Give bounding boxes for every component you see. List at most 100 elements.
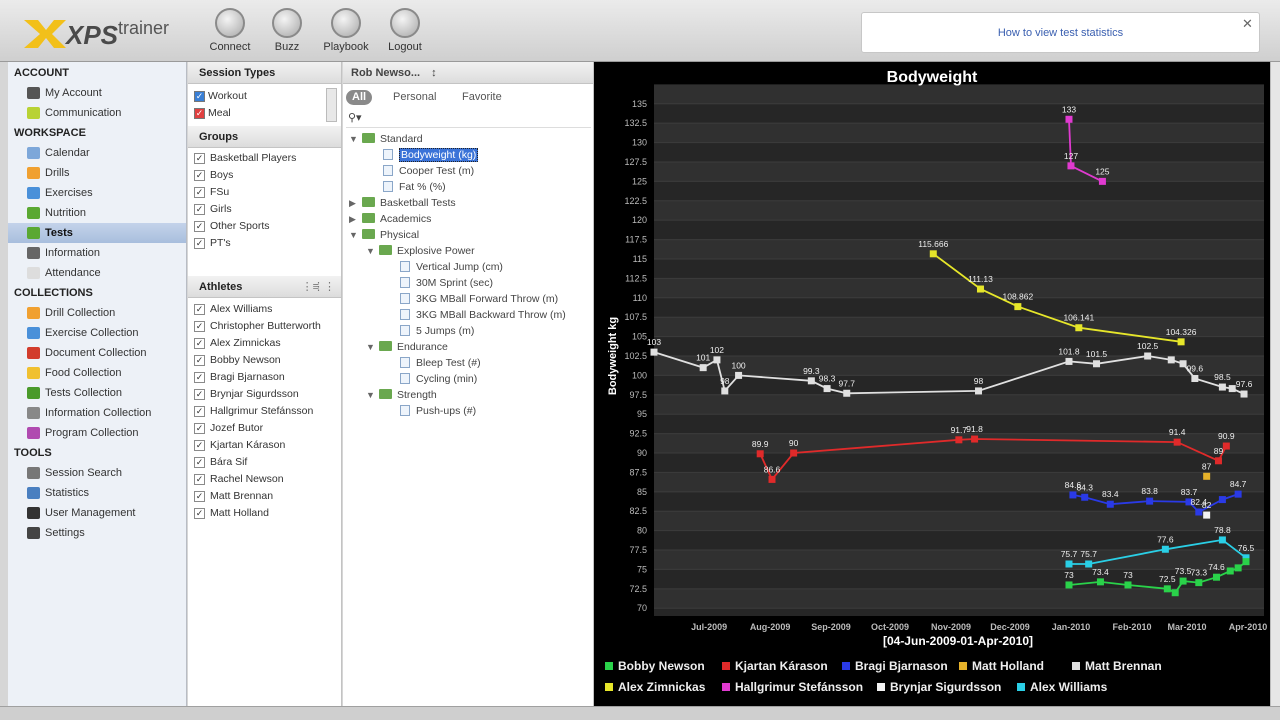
- toolbar-playbook-button[interactable]: Playbook: [318, 8, 374, 53]
- legend-item-brynjar-sigurdsson[interactable]: Brynjar Sigurdsson: [877, 680, 1001, 694]
- expand-right-icon[interactable]: ▶: [349, 211, 359, 227]
- sidebar-item-statistics[interactable]: Statistics: [8, 483, 186, 503]
- data-point-bragi-bjarnason[interactable]: [1218, 496, 1226, 504]
- data-point-hallgrimur-stefansson[interactable]: [1067, 162, 1075, 170]
- data-point-bragi-bjarnason[interactable]: [1069, 491, 1077, 499]
- data-point-kjartan-karason[interactable]: [790, 449, 798, 457]
- athlete-hallgrimur-stefansson-checkbox[interactable]: ✓ Hallgrimur Stefánsson: [188, 403, 341, 420]
- data-point-alex-zimnickas[interactable]: [1014, 303, 1022, 311]
- columns-icon[interactable]: ⋮⋮: [313, 276, 335, 298]
- data-point-bobby-newson[interactable]: [1096, 578, 1104, 586]
- sidebar-item-user-management[interactable]: User Management: [8, 503, 186, 523]
- data-point-alex-zimnickas[interactable]: [976, 285, 984, 293]
- tree-folder-endurance[interactable]: ▼ Endurance: [366, 339, 448, 355]
- data-point-matt-brennan[interactable]: [735, 371, 743, 379]
- sidebar-item-food-collection[interactable]: Food Collection: [8, 363, 186, 383]
- data-point-bobby-newson[interactable]: [1195, 579, 1203, 587]
- toolbar-buzz-button[interactable]: Buzz: [259, 8, 315, 53]
- expand-down-icon[interactable]: ▼: [349, 131, 359, 147]
- data-point-matt-holland[interactable]: [1203, 472, 1211, 480]
- tree-test-3kg-mball-backward-throw-m[interactable]: 3KG MBall Backward Throw (m): [383, 307, 566, 323]
- data-point-bobby-newson[interactable]: [1179, 577, 1187, 585]
- data-point-matt-brennan[interactable]: [1240, 390, 1248, 398]
- tree-folder-basketball-tests[interactable]: ▶ Basketball Tests: [349, 195, 456, 211]
- data-point-alex-williams[interactable]: [1085, 560, 1093, 568]
- tree-folder-academics[interactable]: ▶ Academics: [349, 211, 431, 227]
- data-point-alex-williams[interactable]: [1218, 536, 1226, 544]
- data-point-bobby-newson[interactable]: [1065, 581, 1073, 589]
- athlete-kjartan-karason-checkbox[interactable]: ✓ Kjartan Kárason: [188, 437, 341, 454]
- tree-test-cooper-test-m[interactable]: Cooper Test (m): [366, 163, 474, 179]
- data-point-matt-brennan[interactable]: [1191, 375, 1199, 383]
- group-pt-s-checkbox[interactable]: ✓ PT's: [188, 235, 341, 252]
- athlete-bobby-newson-checkbox[interactable]: ✓ Bobby Newson: [188, 352, 341, 369]
- tree-test-3kg-mball-forward-throw-m[interactable]: 3KG MBall Forward Throw (m): [383, 291, 558, 307]
- sidebar-item-exercises[interactable]: Exercises: [8, 183, 186, 203]
- sidebar-item-nutrition[interactable]: Nutrition: [8, 203, 186, 223]
- data-point-kjartan-karason[interactable]: [1222, 442, 1230, 450]
- group-other-sports-checkbox[interactable]: ✓ Other Sports: [188, 218, 341, 235]
- data-point-bobby-newson[interactable]: [1212, 573, 1220, 581]
- help-link[interactable]: How to view test statistics: [861, 12, 1260, 53]
- athlete-brynjar-sigurdsson-checkbox[interactable]: ✓ Brynjar Sigurdsson: [188, 386, 341, 403]
- data-point-matt-brennan[interactable]: [1065, 357, 1073, 365]
- data-point-matt-brennan[interactable]: [1179, 360, 1187, 368]
- sidebar-item-settings[interactable]: Settings: [8, 523, 186, 543]
- data-point-bobby-newson[interactable]: [1124, 581, 1132, 589]
- sidebar-item-tests[interactable]: Tests: [8, 223, 186, 243]
- tree-folder-strength[interactable]: ▼ Strength: [366, 387, 437, 403]
- tree-test-bleep-test[interactable]: Bleep Test (#): [383, 355, 481, 371]
- data-point-bobby-newson[interactable]: [1163, 585, 1171, 593]
- data-point-alex-zimnickas[interactable]: [1177, 338, 1185, 346]
- sidebar-item-drills[interactable]: Drills: [8, 163, 186, 183]
- data-point-kjartan-karason[interactable]: [1214, 457, 1222, 465]
- sidebar-item-information[interactable]: Information: [8, 243, 186, 263]
- sidebar-item-my-account[interactable]: My Account: [8, 83, 186, 103]
- tree-test-fat[interactable]: Fat % (%): [366, 179, 446, 195]
- filter-tab-personal[interactable]: Personal: [387, 90, 442, 105]
- legend-item-bragi-bjarnason[interactable]: Bragi Bjarnason: [842, 659, 948, 673]
- expand-down-icon[interactable]: ▼: [366, 387, 376, 403]
- data-point-kjartan-karason[interactable]: [971, 435, 979, 443]
- data-point-alex-williams[interactable]: [1161, 545, 1169, 553]
- expand-down-icon[interactable]: ▼: [366, 243, 376, 259]
- athlete-rachel-newson-checkbox[interactable]: ✓ Rachel Newson: [188, 471, 341, 488]
- data-point-matt-brennan[interactable]: [975, 387, 983, 395]
- legend-item-kjartan-karason[interactable]: Kjartan Kárason: [722, 659, 828, 673]
- athlete-matt-holland-checkbox[interactable]: ✓ Matt Holland: [188, 505, 341, 522]
- tree-test-30m-sprint-sec[interactable]: 30M Sprint (sec): [383, 275, 493, 291]
- data-point-matt-brennan[interactable]: [1093, 360, 1101, 368]
- data-point-matt-brennan[interactable]: [1144, 352, 1152, 360]
- data-point-kjartan-karason[interactable]: [955, 436, 963, 444]
- search-field[interactable]: ⚲▾: [346, 110, 591, 128]
- legend-item-matt-brennan[interactable]: Matt Brennan: [1072, 659, 1162, 673]
- data-point-matt-brennan[interactable]: [1218, 383, 1226, 391]
- data-point-bobby-newson[interactable]: [1171, 589, 1179, 597]
- data-point-matt-brennan[interactable]: [843, 389, 851, 397]
- sidebar-item-calendar[interactable]: Calendar: [8, 143, 186, 163]
- sidebar-item-exercise-collection[interactable]: Exercise Collection: [8, 323, 186, 343]
- data-point-matt-brennan[interactable]: [699, 364, 707, 372]
- data-point-bragi-bjarnason[interactable]: [1234, 490, 1242, 498]
- data-point-matt-brennan[interactable]: [650, 348, 658, 356]
- group-boys-checkbox[interactable]: ✓ Boys: [188, 167, 341, 184]
- toolbar-connect-button[interactable]: Connect: [202, 8, 258, 53]
- data-point-hallgrimur-stefansson[interactable]: [1098, 177, 1106, 185]
- expand-down-icon[interactable]: ▼: [349, 227, 359, 243]
- legend-item-matt-holland[interactable]: Matt Holland: [959, 659, 1044, 673]
- session-types-scrollbar[interactable]: [326, 88, 337, 122]
- sidebar-item-tests-collection[interactable]: Tests Collection: [8, 383, 186, 403]
- sidebar-item-information-collection[interactable]: Information Collection: [8, 403, 186, 423]
- tree-folder-explosive-power[interactable]: ▼ Explosive Power: [366, 243, 475, 259]
- data-point-bobby-newson[interactable]: [1226, 567, 1234, 575]
- data-point-kjartan-karason[interactable]: [768, 475, 776, 483]
- sidebar-item-attendance[interactable]: Attendance: [8, 263, 186, 283]
- data-point-bragi-bjarnason[interactable]: [1081, 493, 1089, 501]
- legend-item-alex-zimnickas[interactable]: Alex Zimnickas: [605, 680, 706, 694]
- group-girls-checkbox[interactable]: ✓ Girls: [188, 201, 341, 218]
- session-type-workout[interactable]: ✓ Workout: [188, 88, 341, 105]
- group-basketball-players-checkbox[interactable]: ✓ Basketball Players: [188, 150, 341, 167]
- legend-item-bobby-newson[interactable]: Bobby Newson: [605, 659, 705, 673]
- data-point-matt-brennan[interactable]: [823, 385, 831, 393]
- data-point-bragi-bjarnason[interactable]: [1106, 500, 1114, 508]
